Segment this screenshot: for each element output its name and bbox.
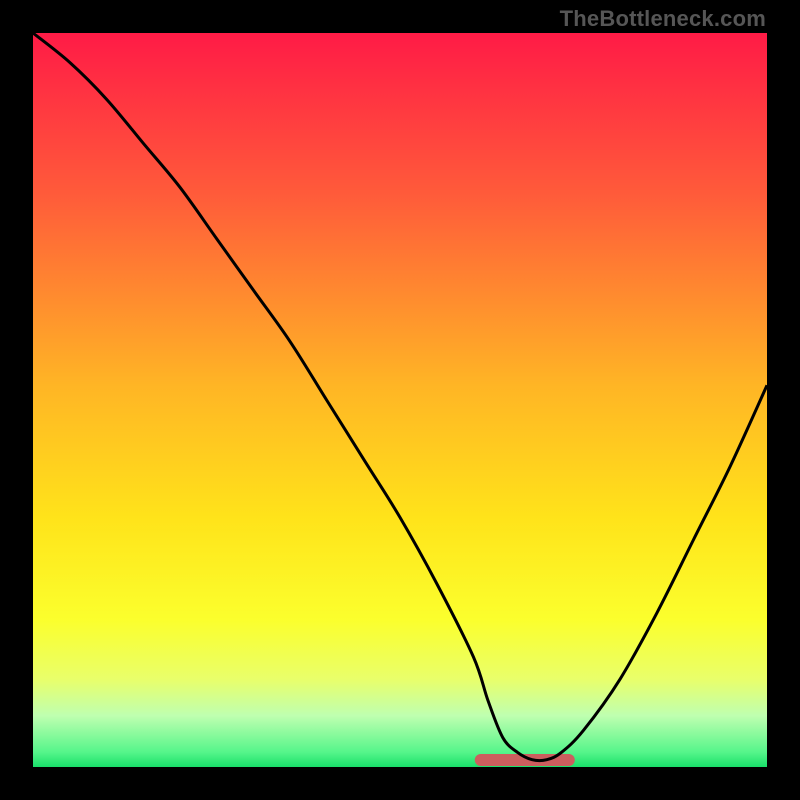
plot-area (33, 33, 767, 767)
chart-frame: TheBottleneck.com (0, 0, 800, 800)
watermark-text: TheBottleneck.com (560, 6, 766, 32)
bottleneck-chart (33, 33, 767, 767)
